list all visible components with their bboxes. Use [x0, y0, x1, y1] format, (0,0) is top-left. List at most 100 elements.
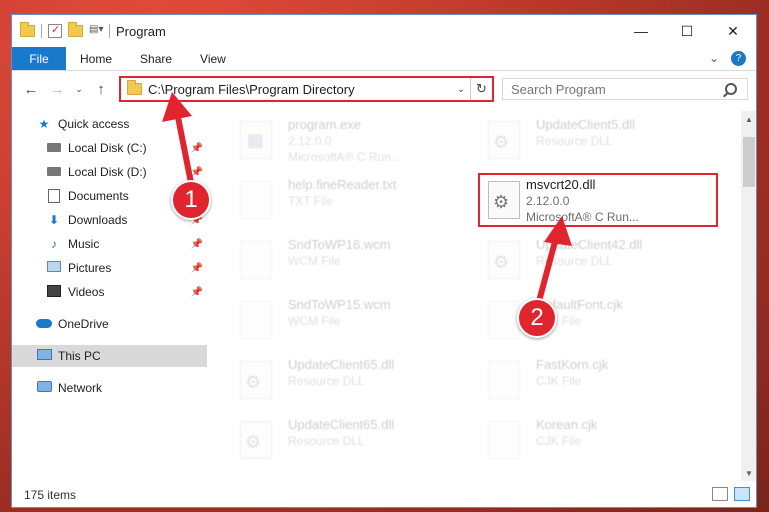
sidebar-item-network[interactable]: Network — [12, 377, 207, 399]
folder-icon — [20, 22, 35, 37]
sidebar-item-label: Documents — [68, 189, 129, 203]
pin-icon[interactable]: 📌 — [191, 143, 203, 154]
sidebar-item-quick-access[interactable]: ★ Quick access — [12, 113, 207, 135]
title-bar: ▤▾ Program — ☐ ✕ — [12, 15, 756, 47]
file-name: help.fineReader.txt — [288, 177, 397, 192]
file-item[interactable]: UpdateClient65.dll Resource DLL — [230, 413, 470, 467]
maximize-button[interactable]: ☐ — [664, 15, 710, 47]
help-icon[interactable]: ? — [731, 51, 746, 66]
address-path[interactable]: C:\Program Files\Program Directory — [148, 82, 452, 97]
file-version: 2.12.0.0 — [288, 134, 332, 148]
up-button[interactable]: ↑ — [90, 78, 112, 100]
file-name: SndToWP16.wcm — [288, 237, 391, 252]
sidebar-item-this-pc[interactable]: This PC — [12, 345, 207, 367]
text-file-icon — [240, 181, 272, 219]
sidebar-item-pictures[interactable]: Pictures 📌 — [12, 257, 207, 279]
back-button[interactable]: ← — [20, 78, 42, 100]
customize-toolbar-icon[interactable]: ▤▾ — [89, 24, 103, 38]
tab-home[interactable]: Home — [66, 47, 126, 70]
file-type: TXT File — [288, 194, 334, 208]
file-list: program.exe 2.12.0.0 MicrosoftA® C Run..… — [220, 111, 740, 471]
chevron-down-icon[interactable]: ⌄ — [709, 51, 719, 66]
file-item[interactable]: UpdateClient65.dll Resource DLL — [230, 353, 470, 407]
scroll-up-arrow-icon[interactable]: ▲ — [741, 111, 756, 127]
separator — [109, 24, 110, 38]
chevron-down-icon[interactable]: ⌄ — [452, 84, 470, 95]
dll-file-icon — [488, 121, 520, 159]
file-item[interactable]: SndToWP15.wcm WCM File — [230, 293, 470, 347]
pin-icon[interactable]: 📌 — [191, 263, 203, 274]
file-item-msvcrt20-dll[interactable]: msvcrt20.dll 2.12.0.0 MicrosoftA® C Run.… — [478, 173, 718, 227]
drive-icon — [46, 141, 62, 155]
step-badge-1: 1 — [171, 180, 211, 220]
sidebar-item-label: Quick access — [58, 117, 130, 131]
file-item[interactable]: UpdateClient5.dll Resource DLL — [478, 113, 718, 167]
sidebar-item-label: Videos — [68, 285, 105, 299]
network-icon — [36, 381, 52, 395]
search-icon[interactable] — [725, 83, 737, 95]
file-item[interactable]: DefaultFont.cjk CJK File — [478, 293, 718, 347]
dll-file-icon — [240, 361, 272, 399]
sidebar-item-local-disk-c[interactable]: Local Disk (C:) 📌 — [12, 137, 207, 159]
view-toggle — [712, 487, 750, 501]
minimize-button[interactable]: — — [618, 15, 664, 47]
file-type: CJK File — [536, 374, 582, 388]
forward-button[interactable]: → — [46, 78, 68, 100]
file-item[interactable]: program.exe 2.12.0.0 MicrosoftA® C Run..… — [230, 113, 470, 167]
search-input[interactable] — [511, 81, 725, 97]
file-item[interactable]: help.fineReader.txt TXT File — [230, 173, 470, 227]
document-icon — [46, 189, 62, 203]
file-type: WCM File — [288, 254, 341, 268]
file-icon — [488, 301, 520, 339]
scrollbar-thumb[interactable] — [743, 137, 755, 187]
file-item[interactable]: Korean.cjk CJK File — [478, 413, 718, 467]
tab-file[interactable]: File — [12, 47, 66, 70]
properties-icon[interactable] — [48, 23, 62, 38]
sidebar-item-local-disk-d[interactable]: Local Disk (D:) 📌 — [12, 161, 207, 183]
refresh-button[interactable]: ↻ — [470, 78, 492, 100]
tab-view[interactable]: View — [186, 47, 240, 70]
folder-icon — [127, 80, 142, 95]
scroll-down-arrow-icon[interactable]: ▼ — [741, 465, 756, 481]
sidebar-item-videos[interactable]: Videos 📌 — [12, 281, 207, 303]
file-item[interactable]: SndToWP16.wcm WCM File — [230, 233, 470, 287]
ribbon-right-controls: ⌄ ? — [709, 51, 746, 66]
drive-icon — [46, 165, 62, 179]
file-type: Resource DLL — [288, 434, 365, 448]
vertical-scrollbar[interactable]: ▲ ▼ — [741, 111, 756, 481]
file-type: Resource DLL — [536, 134, 613, 148]
sidebar-item-label: Music — [68, 237, 100, 251]
quick-access-toolbar: ▤▾ — [12, 22, 110, 38]
file-item[interactable]: FastKorn.cjk CJK File — [478, 353, 718, 407]
details-view-icon[interactable] — [712, 487, 728, 501]
cloud-icon — [36, 317, 52, 331]
close-button[interactable]: ✕ — [710, 15, 756, 47]
new-folder-icon[interactable] — [68, 22, 83, 37]
star-icon: ★ — [38, 117, 50, 131]
file-name: UpdateClient42.dll — [536, 237, 643, 252]
file-icon — [240, 301, 272, 339]
navigation-pane: ★ Quick access Local Disk (C:) 📌 Local D… — [12, 111, 207, 471]
sidebar-item-label: Local Disk (C:) — [68, 141, 147, 155]
file-version: 2.12.0.0 — [526, 194, 570, 208]
file-item[interactable]: UpdateClient42.dll Resource DLL — [478, 233, 718, 287]
file-name: msvcrt20.dll — [526, 177, 596, 192]
tab-share[interactable]: Share — [126, 47, 186, 70]
sidebar-item-label: Downloads — [68, 213, 128, 227]
pin-icon[interactable]: 📌 — [191, 167, 203, 178]
address-bar[interactable]: C:\Program Files\Program Directory ⌄ ↻ — [119, 76, 494, 102]
tiles-view-icon[interactable] — [734, 487, 750, 501]
file-icon — [488, 421, 520, 459]
sidebar-item-onedrive[interactable]: OneDrive — [12, 313, 207, 335]
file-name: FastKorn.cjk — [536, 357, 609, 372]
file-name: SndToWP15.wcm — [288, 297, 391, 312]
pin-icon[interactable]: 📌 — [191, 239, 203, 250]
recent-locations-button[interactable]: ⌄ — [68, 78, 90, 100]
pin-icon[interactable]: 📌 — [191, 287, 203, 298]
status-bar: 175 items — [12, 483, 756, 507]
sidebar-item-label: Network — [58, 381, 103, 395]
search-box[interactable] — [502, 78, 748, 100]
sidebar-item-music[interactable]: ♪ Music 📌 — [12, 233, 207, 255]
navigation-bar: ← → ⌄ ↑ C:\Program Files\Program Directo… — [12, 72, 756, 106]
step-badge-2: 2 — [517, 298, 557, 338]
